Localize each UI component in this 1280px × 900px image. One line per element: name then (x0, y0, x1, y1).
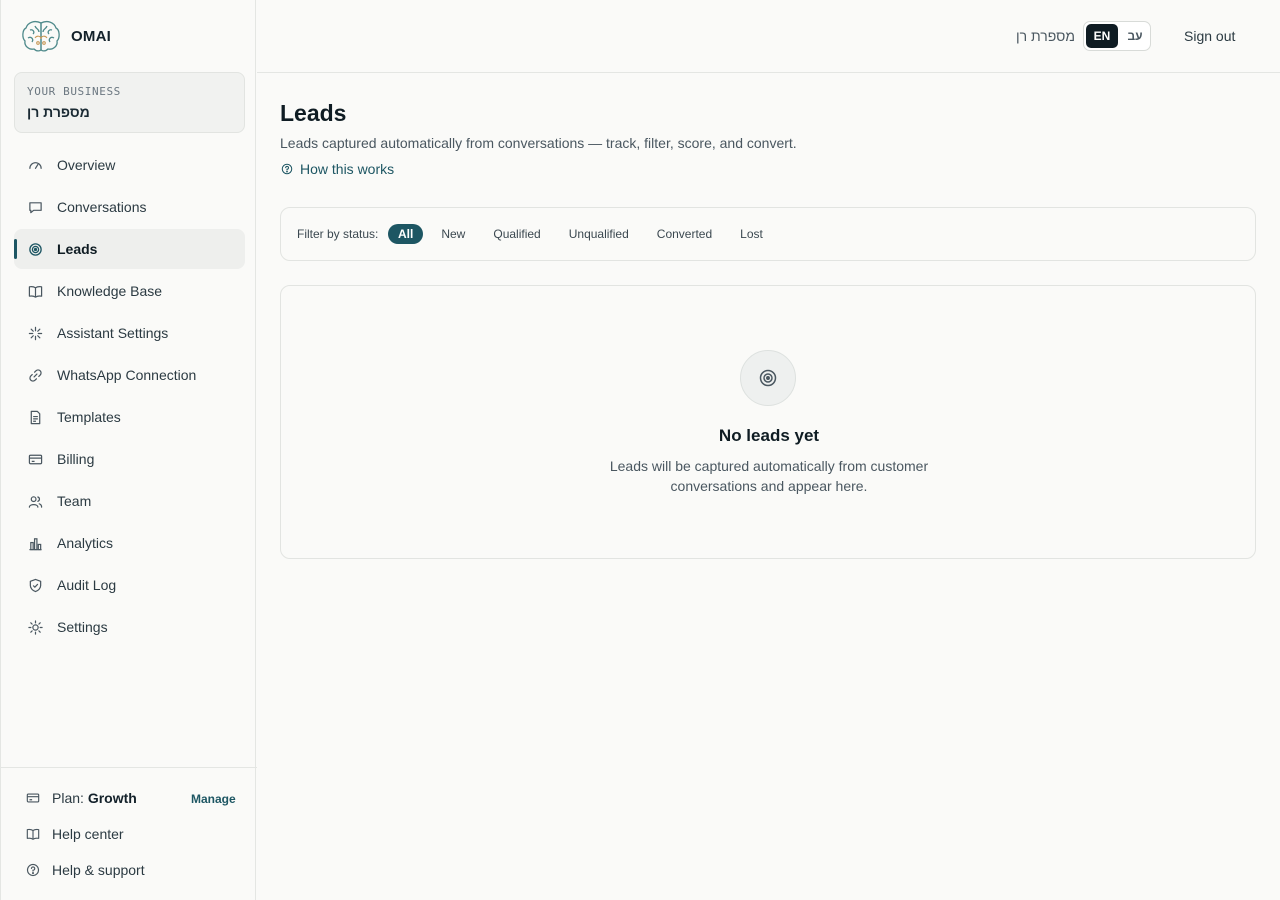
help-center-link[interactable]: Help center (26, 826, 124, 842)
sidebar-item-billing[interactable]: Billing (14, 439, 245, 479)
business-card[interactable]: YOUR BUSINESS מספרת רן (14, 72, 245, 133)
sign-out-button[interactable]: Sign out (1184, 28, 1235, 44)
sun-gear-icon (28, 619, 43, 635)
help-center-label: Help center (52, 826, 124, 842)
sidebar-item-label: Team (57, 493, 92, 509)
gauge-icon (29, 161, 42, 169)
empty-state-title: No leads yet (718, 426, 820, 445)
users-icon (28, 495, 43, 508)
credit-card-icon (28, 454, 43, 464)
sidebar-item-knowledge-base[interactable]: Knowledge Base (14, 271, 245, 311)
filter-chip-lost[interactable]: Lost (730, 224, 773, 244)
sidebar-item-label: Analytics (57, 535, 114, 551)
filter-label: Filter by status: (297, 227, 379, 241)
status-filter-bar: Filter by status: All New Qualified Unqu… (280, 207, 1256, 261)
sidebar-item-assistant-settings[interactable]: Assistant Settings (14, 313, 245, 353)
sidebar-item-conversations[interactable]: Conversations (14, 187, 245, 227)
sidebar-item-team[interactable]: Team (14, 481, 245, 521)
filter-chip-new[interactable]: New (431, 224, 475, 244)
sidebar-item-label: Templates (57, 409, 121, 425)
question-circle-icon (26, 863, 40, 877)
chat-bubble-icon (29, 201, 42, 213)
lang-he-button[interactable]: עב (1120, 24, 1150, 48)
sidebar-item-label: Leads (57, 241, 98, 257)
question-circle-icon (281, 163, 293, 175)
empty-state-icon (740, 350, 796, 406)
plan-prefix: Plan: (52, 790, 84, 806)
empty-state: No leads yet Leads will be captured auto… (280, 285, 1256, 559)
target-icon (759, 369, 777, 387)
sidebar-nav: Overview Conversations Leads Knowledge B… (14, 145, 245, 649)
filter-chips: All New Qualified Unqualified Converted … (388, 224, 781, 244)
sidebar-item-settings[interactable]: Settings (14, 607, 245, 647)
sidebar-item-overview[interactable]: Overview (14, 145, 245, 185)
header-business-name: מספרת רן (1016, 28, 1075, 44)
filter-chip-qualified[interactable]: Qualified (483, 224, 550, 244)
bar-chart-icon (29, 537, 42, 550)
plan-name: Growth (87, 790, 137, 806)
link-icon (29, 368, 42, 382)
sidebar-item-analytics[interactable]: Analytics (14, 523, 245, 563)
brain-logo-icon (22, 21, 60, 52)
page-subtitle: Leads captured automatically from conver… (280, 135, 797, 151)
sidebar: OMAI YOUR BUSINESS מספרת רן Overview Con… (0, 0, 257, 900)
sidebar-item-leads[interactable]: Leads (14, 229, 245, 269)
help-support-label: Help & support (52, 862, 145, 878)
sparkle-icon (28, 326, 43, 340)
book-open-icon (28, 285, 43, 298)
sidebar-item-label: WhatsApp Connection (57, 367, 197, 383)
top-bar: מספרת רן EN עב Sign out (257, 0, 1280, 73)
filter-chip-converted[interactable]: Converted (647, 224, 722, 244)
brand[interactable]: OMAI (21, 18, 111, 54)
business-name: מספרת רן (27, 104, 90, 120)
manage-plan-link[interactable]: Manage (191, 792, 236, 806)
target-icon (29, 242, 42, 256)
sidebar-item-label: Overview (57, 157, 116, 173)
business-label: YOUR BUSINESS (27, 85, 121, 98)
filter-chip-unqualified[interactable]: Unqualified (559, 224, 639, 244)
sidebar-item-audit-log[interactable]: Audit Log (14, 565, 245, 605)
sidebar-item-label: Billing (57, 451, 95, 467)
file-text-icon (30, 410, 41, 424)
sidebar-item-label: Conversations (57, 199, 147, 215)
filter-chip-all[interactable]: All (388, 224, 424, 244)
sidebar-footer: Plan: Growth Manage Help center Help & s… (1, 767, 257, 900)
empty-state-text: Leads will be captured automatically fro… (609, 458, 929, 494)
how-this-works-link[interactable]: How this works (281, 161, 394, 177)
sidebar-item-label: Settings (57, 619, 108, 635)
shield-check-icon (29, 578, 42, 592)
how-this-works-label: How this works (300, 161, 395, 177)
app-name: OMAI (71, 27, 111, 45)
language-toggle: EN עב (1083, 21, 1151, 51)
sidebar-item-label: Knowledge Base (57, 283, 163, 299)
page-title: Leads (280, 100, 347, 126)
sidebar-item-label: Audit Log (57, 577, 117, 593)
sidebar-item-label: Assistant Settings (57, 325, 169, 341)
sidebar-item-templates[interactable]: Templates (14, 397, 245, 437)
credit-card-icon (26, 793, 40, 803)
help-support-link[interactable]: Help & support (26, 862, 145, 878)
book-open-icon (26, 828, 40, 840)
plan-info: Plan: Growth (26, 790, 137, 806)
sidebar-item-whatsapp-connection[interactable]: WhatsApp Connection (14, 355, 245, 395)
lang-en-button[interactable]: EN (1086, 24, 1118, 48)
